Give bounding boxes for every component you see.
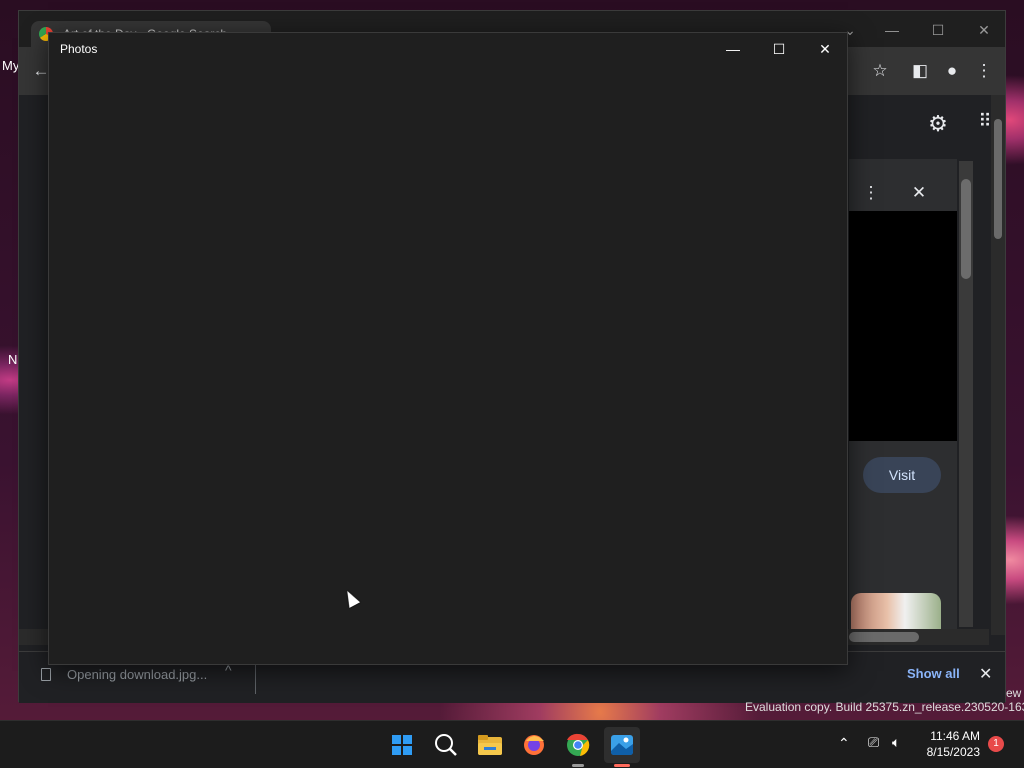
start-button[interactable] <box>384 727 420 763</box>
photos-window-title: Photos <box>60 42 98 56</box>
network-icon[interactable]: ⎚ <box>868 734 879 751</box>
visit-button[interactable]: Visit <box>863 457 941 493</box>
download-divider <box>255 662 256 694</box>
clock-time: 11:46 AM <box>930 729 980 743</box>
file-explorer-button[interactable] <box>472 727 508 763</box>
photos-running-indicator <box>614 764 630 767</box>
desktop-label-n: N <box>8 352 18 367</box>
panel-scrollbar-thumb[interactable] <box>961 179 971 279</box>
page-scrollbar-thumb[interactable] <box>994 119 1002 239</box>
taskbar: ⌃ ⎚ 🔈︎ <box>0 720 1024 768</box>
bookmark-star-icon[interactable]: ☆ <box>868 61 892 81</box>
download-bar-close-icon[interactable]: ✕ <box>979 664 992 684</box>
panel-close-icon[interactable]: ✕ <box>907 183 931 203</box>
preview-image <box>849 211 957 441</box>
photos-maximize-button[interactable]: ☐ <box>756 33 802 65</box>
firefox-icon <box>524 735 544 755</box>
chrome-maximize-button[interactable]: ☐ <box>915 17 961 43</box>
evaluation-watermark: Evaluation copy. Build 25375.zn_release.… <box>745 700 1024 714</box>
chrome-minimize-button[interactable]: — <box>869 17 915 43</box>
notification-badge[interactable]: 1 <box>988 736 1004 752</box>
chrome-icon <box>567 733 590 756</box>
photos-icon <box>611 735 633 755</box>
taskbar-search-button[interactable] <box>428 727 464 763</box>
horizontal-scrollbar-thumb[interactable] <box>849 632 919 642</box>
file-icon <box>41 668 51 681</box>
volume-icon[interactable]: 🔈︎ <box>892 734 900 751</box>
photos-close-button[interactable]: ✕ <box>802 33 848 65</box>
clock-date: 8/15/2023 <box>926 745 980 759</box>
download-item-label[interactable]: Opening download.jpg... <box>67 667 207 682</box>
firefox-button[interactable] <box>516 727 552 763</box>
panel-more-icon[interactable]: ⋮ <box>859 183 883 203</box>
windows-logo-icon <box>392 735 412 755</box>
page-scrollbar[interactable] <box>991 95 1005 635</box>
side-panel-icon[interactable]: ◧ <box>908 61 932 81</box>
photos-taskbar-button[interactable] <box>604 727 640 767</box>
image-preview-panel: ⋮ ✕ Visit <box>849 159 957 639</box>
photos-window[interactable]: Photos — ☐ ✕ <box>48 32 848 665</box>
search-icon <box>435 734 457 756</box>
chrome-taskbar-button[interactable] <box>560 727 596 767</box>
show-all-button[interactable]: Show all <box>907 666 960 681</box>
panel-scrollbar[interactable] <box>959 161 973 627</box>
chrome-menu-icon[interactable]: ⋮ <box>972 61 996 81</box>
desktop-label-ew: ew <box>1006 686 1022 700</box>
folder-icon <box>478 735 502 755</box>
taskbar-clock[interactable]: 11:46 AM 8/15/2023 <box>920 728 980 760</box>
profile-icon[interactable]: ● <box>940 61 964 81</box>
chrome-close-button[interactable]: ✕ <box>961 17 1007 43</box>
photos-minimize-button[interactable]: — <box>710 33 756 65</box>
settings-gear-icon[interactable]: ⚙ <box>926 111 950 137</box>
desktop-label-my: My <box>2 58 20 73</box>
chrome-running-indicator <box>572 764 584 767</box>
show-hidden-icons-icon[interactable]: ⌃ <box>838 735 850 752</box>
related-image-thumbnail[interactable] <box>851 593 941 629</box>
